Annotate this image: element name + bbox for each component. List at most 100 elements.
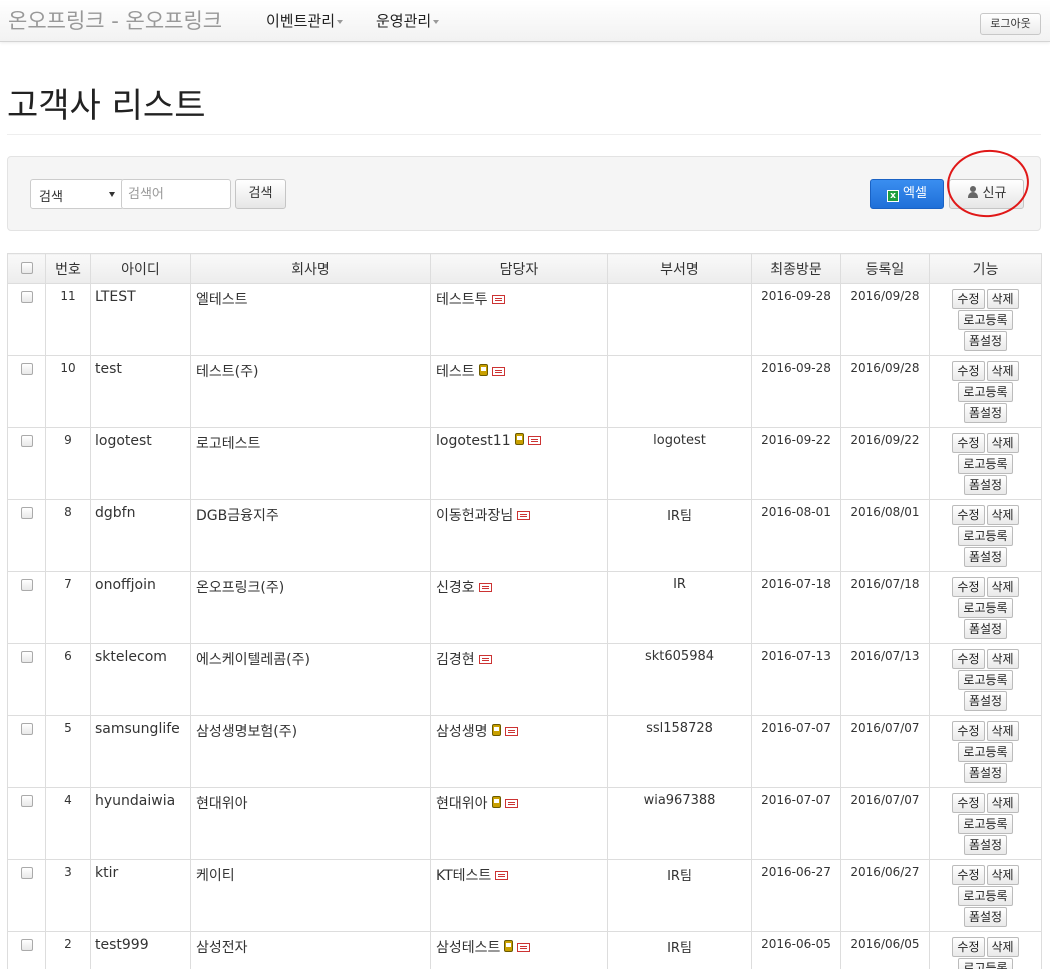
edit-button[interactable]: 수정 [952, 433, 985, 453]
business-card-icon[interactable] [527, 436, 541, 445]
company-link[interactable]: 삼성생명보험(주) [196, 724, 297, 740]
form-settings-button[interactable]: 폼설정 [963, 835, 1008, 855]
row-checkbox[interactable] [20, 435, 33, 447]
mobile-icon[interactable] [504, 940, 514, 952]
company-link[interactable]: 테스트(주) [196, 364, 258, 380]
logo-register-button[interactable]: 로고등록 [958, 742, 1013, 762]
form-settings-button[interactable]: 폼설정 [963, 907, 1008, 927]
business-card-icon[interactable] [504, 799, 518, 808]
search-field-select[interactable]: 검색 [30, 179, 124, 209]
business-card-icon[interactable] [491, 295, 505, 304]
select-all-checkbox[interactable] [20, 261, 33, 274]
search-button[interactable]: 검색 [235, 179, 286, 209]
header-department[interactable]: 부서명 [607, 253, 752, 284]
company-link[interactable]: DGB금융지주 [196, 508, 279, 524]
logo-register-button[interactable]: 로고등록 [958, 886, 1013, 906]
form-settings-button[interactable]: 폼설정 [963, 619, 1008, 639]
search-input[interactable] [121, 179, 231, 209]
edit-button[interactable]: 수정 [952, 649, 985, 669]
menu-operation-management[interactable]: 운영관리 [376, 10, 440, 31]
edit-button[interactable]: 수정 [952, 937, 985, 957]
logo-register-button[interactable]: 로고등록 [958, 670, 1013, 690]
business-card-icon[interactable] [517, 943, 531, 952]
form-settings-button[interactable]: 폼설정 [963, 691, 1008, 711]
delete-button[interactable]: 삭제 [986, 361, 1019, 381]
edit-button[interactable]: 수정 [952, 865, 985, 885]
header-no[interactable]: 번호 [45, 253, 91, 284]
header-registered[interactable]: 등록일 [840, 253, 930, 284]
business-card-icon[interactable] [504, 727, 518, 736]
edit-button[interactable]: 수정 [952, 505, 985, 525]
mobile-icon[interactable] [491, 724, 501, 736]
delete-button[interactable]: 삭제 [986, 793, 1019, 813]
edit-button[interactable]: 수정 [952, 577, 985, 597]
manager-link[interactable]: logotest11 [436, 433, 511, 449]
company-link[interactable]: 현대위아 [196, 796, 248, 812]
delete-button[interactable]: 삭제 [986, 721, 1019, 741]
company-link[interactable]: 엘테스트 [196, 292, 248, 308]
manager-link[interactable]: 삼성생명 [436, 724, 488, 740]
row-checkbox[interactable] [20, 579, 33, 591]
edit-button[interactable]: 수정 [952, 361, 985, 381]
business-card-icon[interactable] [495, 871, 509, 880]
mobile-icon[interactable] [478, 364, 488, 376]
row-checkbox[interactable] [20, 723, 33, 735]
new-button[interactable]: 신규 [949, 179, 1024, 209]
company-link[interactable]: 케이티 [196, 868, 235, 884]
logo-register-button[interactable]: 로고등록 [958, 526, 1013, 546]
row-checkbox[interactable] [20, 363, 33, 375]
logo-register-button[interactable]: 로고등록 [958, 814, 1013, 834]
excel-button[interactable]: x 엑셀 [870, 179, 944, 209]
logo-register-button[interactable]: 로고등록 [958, 310, 1013, 330]
form-settings-button[interactable]: 폼설정 [963, 475, 1008, 495]
form-settings-button[interactable]: 폼설정 [963, 403, 1008, 423]
logout-button[interactable]: 로그아웃 [980, 13, 1041, 35]
delete-button[interactable]: 삭제 [986, 937, 1019, 957]
delete-button[interactable]: 삭제 [986, 505, 1019, 525]
edit-button[interactable]: 수정 [952, 721, 985, 741]
form-settings-button[interactable]: 폼설정 [963, 331, 1008, 351]
row-checkbox[interactable] [20, 939, 33, 951]
header-manager[interactable]: 담당자 [430, 253, 608, 284]
edit-button[interactable]: 수정 [952, 289, 985, 309]
business-card-icon[interactable] [478, 655, 492, 664]
mobile-icon[interactable] [491, 796, 501, 808]
logo-register-button[interactable]: 로고등록 [958, 454, 1013, 474]
manager-link[interactable]: 김경현 [436, 652, 475, 668]
logo-register-button[interactable]: 로고등록 [958, 382, 1013, 402]
company-link[interactable]: 에스케이텔레콤(주) [196, 652, 310, 668]
manager-link[interactable]: KT테스트 [436, 868, 491, 884]
manager-link[interactable]: 삼성테스트 [436, 940, 500, 956]
row-checkbox[interactable] [20, 507, 33, 519]
manager-link[interactable]: 테스트 [436, 364, 475, 380]
company-link[interactable]: 온오프링크(주) [196, 580, 284, 596]
row-checkbox[interactable] [20, 795, 33, 807]
company-link[interactable]: 로고테스트 [196, 436, 260, 452]
delete-button[interactable]: 삭제 [986, 649, 1019, 669]
delete-button[interactable]: 삭제 [986, 577, 1019, 597]
mobile-icon[interactable] [514, 433, 524, 445]
delete-button[interactable]: 삭제 [986, 289, 1019, 309]
header-id[interactable]: 아이디 [90, 253, 191, 284]
menu-event-management[interactable]: 이벤트관리 [266, 10, 344, 31]
logo-register-button[interactable]: 로고등록 [958, 958, 1013, 969]
business-card-icon[interactable] [478, 583, 492, 592]
header-company[interactable]: 회사명 [190, 253, 431, 284]
manager-link[interactable]: 이동헌과장님 [436, 508, 513, 524]
logo-register-button[interactable]: 로고등록 [958, 598, 1013, 618]
form-settings-button[interactable]: 폼설정 [963, 547, 1008, 567]
brand-title[interactable]: 온오프링크 - 온오프링크 [8, 5, 222, 35]
row-checkbox[interactable] [20, 651, 33, 663]
edit-button[interactable]: 수정 [952, 793, 985, 813]
delete-button[interactable]: 삭제 [986, 433, 1019, 453]
row-checkbox[interactable] [20, 291, 33, 303]
manager-link[interactable]: 신경호 [436, 580, 475, 596]
business-card-icon[interactable] [517, 511, 531, 520]
delete-button[interactable]: 삭제 [986, 865, 1019, 885]
form-settings-button[interactable]: 폼설정 [963, 763, 1008, 783]
header-last-visit[interactable]: 최종방문 [751, 253, 841, 284]
company-link[interactable]: 삼성전자 [196, 940, 248, 956]
business-card-icon[interactable] [491, 367, 505, 376]
row-checkbox[interactable] [20, 867, 33, 879]
manager-link[interactable]: 현대위아 [436, 796, 488, 812]
